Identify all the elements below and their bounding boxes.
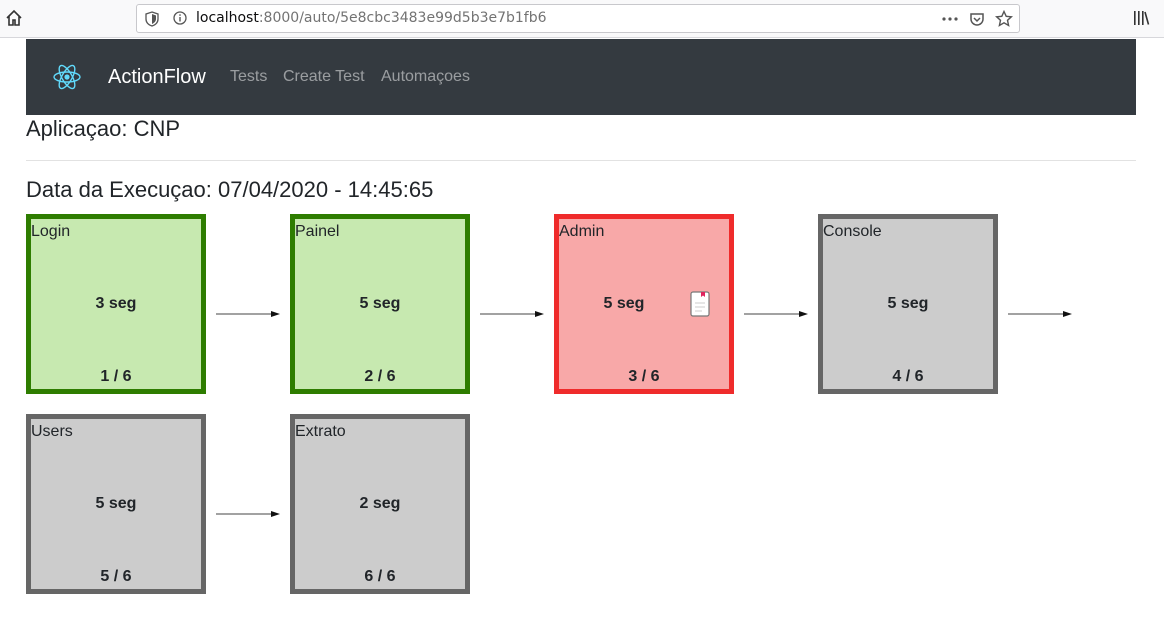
step-name: Users [31,423,73,440]
shield-icon[interactable] [145,11,159,27]
step-name: Login [31,223,71,240]
document-icon[interactable] [690,291,710,317]
step-card-users[interactable]: Users 5 seg 5 / 6 [26,414,206,594]
home-icon[interactable] [4,8,24,28]
arrow-right-icon [744,311,808,317]
step-index: 2 / 6 [364,368,396,385]
library-icon[interactable] [1132,9,1150,27]
app-navbar: ActionFlow Tests Create Test Automaçoes [26,39,1136,115]
step-name: Console [823,223,882,240]
divider [26,160,1136,161]
step-name: Admin [559,223,605,240]
brand-name[interactable]: ActionFlow [108,66,206,89]
step-card-admin[interactable]: Admin 5 seg 3 / 6 [554,214,734,394]
url-text[interactable]: localhost:8000/auto/5e8cbc3483e99d5b3e7b… [196,10,547,26]
step-duration: 5 seg [603,295,645,312]
application-title: Aplicaçao: CNP [26,116,181,141]
step-card-extrato[interactable]: Extrato 2 seg 6 / 6 [290,414,470,594]
step-duration: 3 seg [95,295,137,312]
browser-toolbar: localhost:8000/auto/5e8cbc3483e99d5b3e7b… [0,0,1164,38]
step-duration: 5 seg [95,495,137,512]
step-name: Extrato [295,423,346,440]
step-name: Painel [295,223,340,240]
step-duration: 2 seg [359,495,401,512]
step-index: 5 / 6 [100,568,132,585]
arrow-right-icon [1008,311,1072,317]
arrow-right-icon [216,311,280,317]
nav-link-automacoes[interactable]: Automaçoes [381,68,470,86]
step-index: 3 / 6 [628,368,660,385]
bookmark-star-icon[interactable] [995,10,1013,28]
nav-link-create-test[interactable]: Create Test [283,68,365,86]
execution-title: Data da Execuçao: 07/04/2020 - 14:45:65 [26,177,434,202]
step-index: 6 / 6 [364,568,396,585]
step-card-login[interactable]: Login 3 seg 1 / 6 [26,214,206,394]
pocket-icon[interactable] [969,11,985,27]
arrow-right-icon [216,511,280,517]
step-duration: 5 seg [887,295,929,312]
arrow-right-icon [480,311,544,317]
react-logo-icon[interactable] [51,61,83,93]
url-host: localhost [196,10,259,26]
step-duration: 5 seg [359,295,401,312]
info-icon[interactable] [173,11,187,25]
address-bar[interactable]: localhost:8000/auto/5e8cbc3483e99d5b3e7b… [136,4,1020,33]
step-card-painel[interactable]: Painel 5 seg 2 / 6 [290,214,470,394]
step-index: 1 / 6 [100,368,132,385]
step-index: 4 / 6 [892,368,924,385]
more-actions-icon[interactable] [941,12,959,26]
step-card-console[interactable]: Console 5 seg 4 / 6 [818,214,998,394]
url-path: :8000/auto/5e8cbc3483e99d5b3e7b1fb6 [258,10,547,26]
nav-link-tests[interactable]: Tests [230,68,267,86]
